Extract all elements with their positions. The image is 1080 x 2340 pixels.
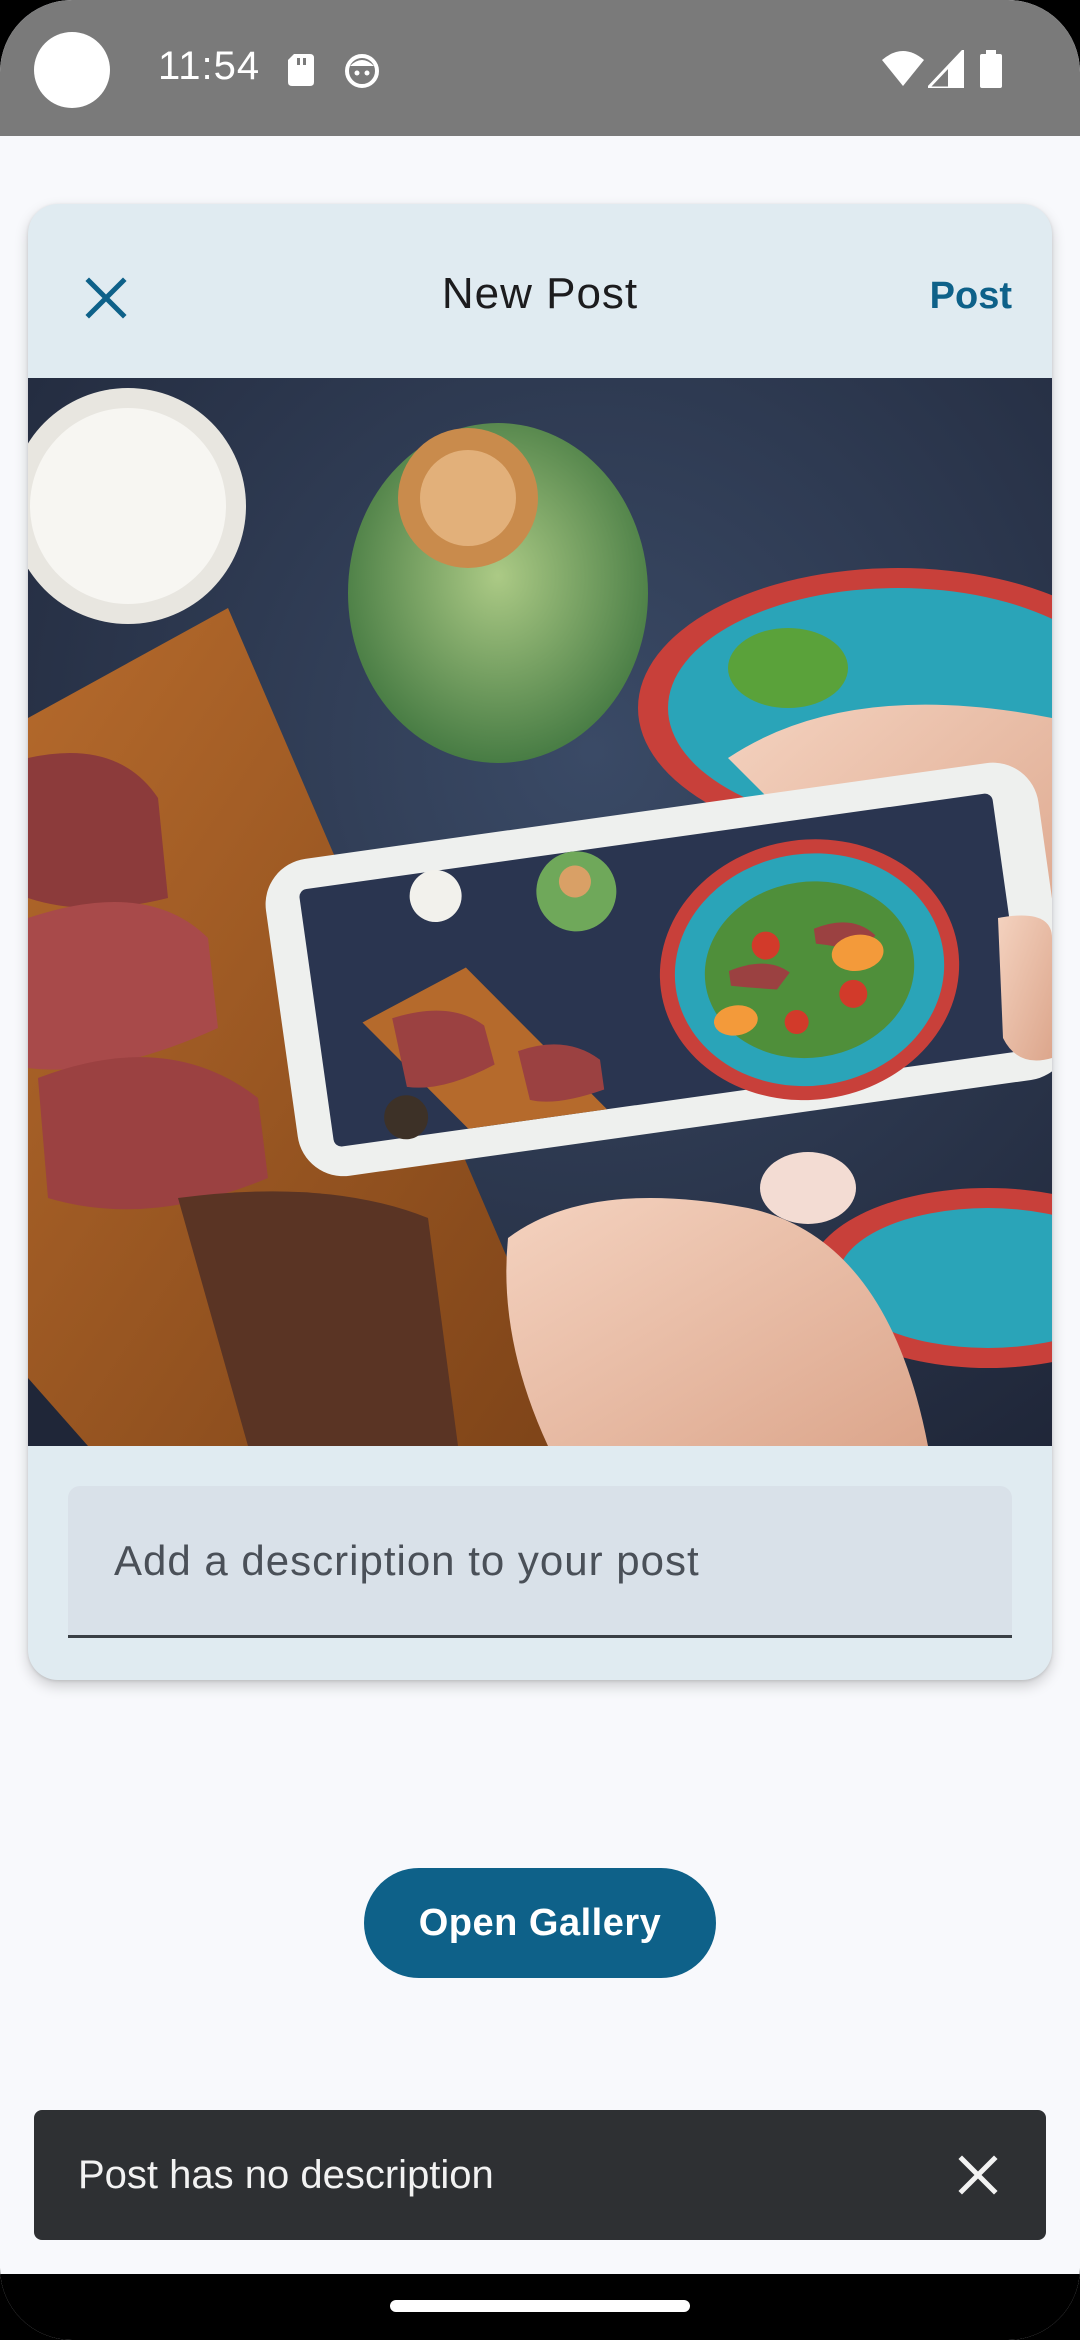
- post-button[interactable]: Post: [930, 266, 1012, 326]
- signal-icon: [928, 50, 964, 88]
- status-bar: 11:54: [0, 0, 1080, 136]
- card-header: New Post Post: [28, 204, 1052, 378]
- device-screen: 11:54 New Post Post Add a description to…: [0, 0, 1080, 2340]
- new-post-card: New Post Post: [28, 204, 1052, 1680]
- sd-card-icon: [288, 54, 314, 86]
- face-icon: [345, 54, 379, 88]
- post-photo: [28, 378, 1052, 1446]
- photo-illustration: [28, 378, 1052, 1446]
- snackbar-message: Post has no description: [78, 2153, 494, 2197]
- status-time: 11:54: [158, 44, 261, 88]
- snackbar-close-button[interactable]: [954, 2151, 1002, 2199]
- snackbar: Post has no description: [34, 2110, 1046, 2240]
- battery-icon: [980, 50, 1002, 88]
- open-gallery-button[interactable]: Open Gallery: [364, 1868, 716, 1978]
- home-indicator[interactable]: [390, 2300, 690, 2312]
- wifi-icon: [882, 51, 924, 86]
- close-icon: [958, 2155, 998, 2195]
- description-input[interactable]: [68, 1486, 1012, 1635]
- page-title: New Post: [441, 269, 639, 318]
- camera-cutout: [34, 32, 110, 108]
- description-field[interactable]: [68, 1486, 1012, 1638]
